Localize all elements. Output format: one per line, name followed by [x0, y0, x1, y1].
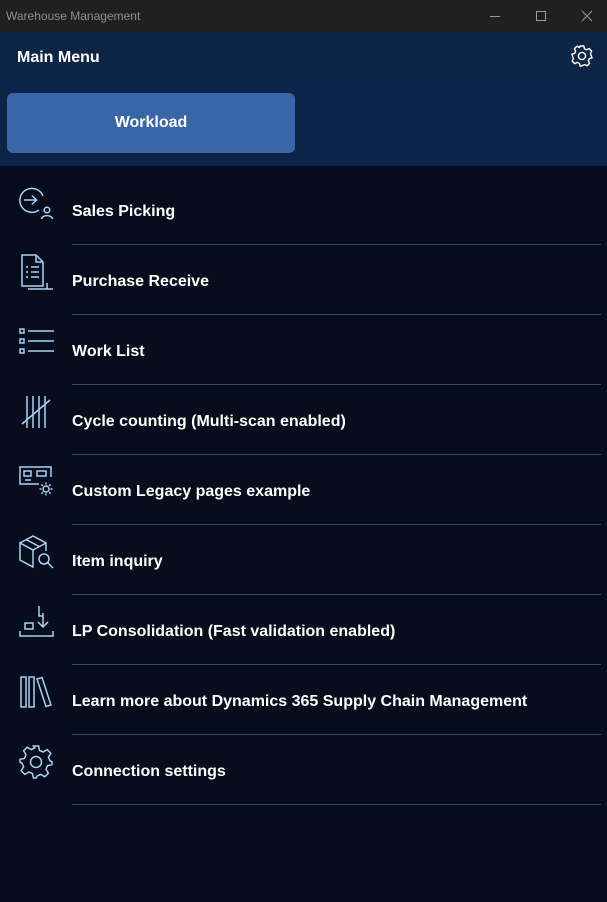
menu-item-purchase-receive[interactable]: Purchase Receive	[0, 236, 607, 315]
tally-icon	[17, 393, 55, 431]
minimize-icon	[490, 16, 500, 17]
maximize-icon	[536, 11, 546, 21]
page-title: Main Menu	[17, 49, 100, 66]
workload-button[interactable]: Workload	[7, 93, 295, 153]
gear-icon	[17, 743, 55, 781]
maximize-button[interactable]	[518, 0, 564, 32]
workload-area: Workload	[0, 80, 607, 166]
menu-item-label: Item inquiry	[72, 553, 163, 570]
menu-item-connection-settings[interactable]: Connection settings	[0, 726, 607, 805]
menu-item-work-list[interactable]: Work List	[0, 306, 607, 385]
menu-item-sales-picking[interactable]: Sales Picking	[0, 166, 607, 245]
menu-item-label: Cycle counting (Multi-scan enabled)	[72, 413, 346, 430]
sales-picking-icon	[17, 183, 55, 221]
menu-item-custom-legacy-pages[interactable]: Custom Legacy pages example	[0, 446, 607, 525]
menu-item-label: Work List	[72, 343, 145, 360]
settings-button[interactable]	[568, 42, 596, 70]
window-titlebar: Warehouse Management	[0, 0, 607, 32]
menu-item-label: Sales Picking	[72, 203, 176, 220]
app-header: Main Menu	[0, 32, 607, 80]
gear-icon	[571, 45, 593, 67]
menu-item-label: Custom Legacy pages example	[72, 483, 311, 500]
minimize-button[interactable]	[472, 0, 518, 32]
custom-pages-icon	[17, 463, 55, 501]
close-button[interactable]	[564, 0, 607, 32]
divider	[72, 804, 601, 805]
library-icon	[17, 673, 55, 711]
item-inquiry-icon	[17, 533, 55, 571]
lp-consolidation-icon	[17, 603, 55, 641]
menu-item-lp-consolidation[interactable]: LP Consolidation (Fast validation enable…	[0, 586, 607, 665]
purchase-receive-icon	[17, 253, 55, 291]
main-menu-list: Sales Picking Purchase Receive Work List	[0, 166, 607, 805]
menu-item-item-inquiry[interactable]: Item inquiry	[0, 516, 607, 595]
close-icon	[581, 10, 593, 22]
menu-item-label: LP Consolidation (Fast validation enable…	[72, 623, 396, 640]
window-title: Warehouse Management	[6, 9, 141, 23]
menu-item-cycle-counting[interactable]: Cycle counting (Multi-scan enabled)	[0, 376, 607, 455]
menu-item-learn-more[interactable]: Learn more about Dynamics 365 Supply Cha…	[0, 656, 607, 735]
menu-item-label: Purchase Receive	[72, 273, 209, 290]
work-list-icon	[17, 323, 55, 361]
menu-item-label: Learn more about Dynamics 365 Supply Cha…	[72, 693, 528, 710]
menu-item-label: Connection settings	[72, 763, 226, 780]
